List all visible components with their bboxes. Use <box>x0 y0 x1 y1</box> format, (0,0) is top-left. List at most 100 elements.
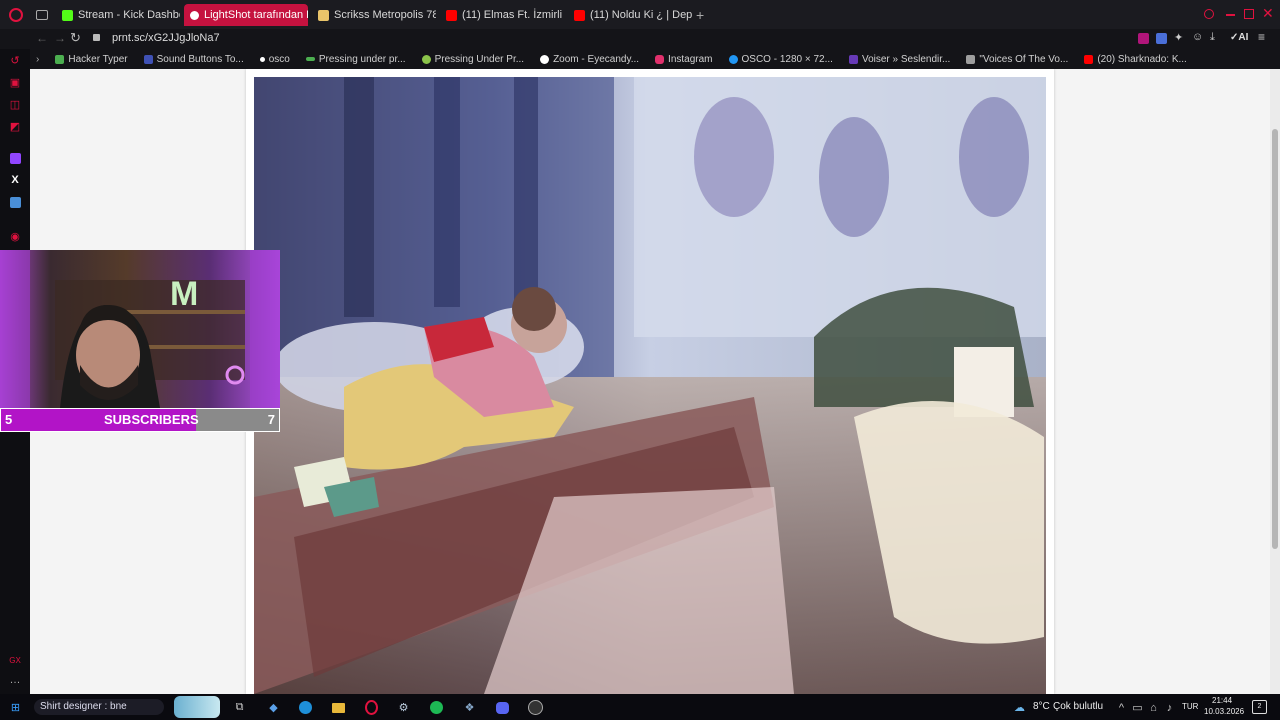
forward-icon[interactable]: → <box>54 31 66 45</box>
taskbar-search-text: Shirt designer : bne <box>40 701 127 712</box>
scrollbar-thumb[interactable] <box>1272 129 1278 549</box>
reload-icon[interactable]: ↻ <box>70 30 81 46</box>
bookmark-label: Hacker Typer <box>68 53 128 65</box>
bookmark-item[interactable]: osco <box>259 53 290 65</box>
network-icon[interactable]: ⌂ <box>1146 700 1161 715</box>
bookmark-item[interactable]: OSCO - 1280 × 72... <box>728 53 833 65</box>
tab-label: (11) Noldu Ki ¿ | Depresyon <box>590 9 692 21</box>
widget-image-icon[interactable] <box>174 696 220 718</box>
opera-logo-icon[interactable] <box>9 8 23 22</box>
sound-buttons-icon <box>143 54 153 64</box>
ai-label: AI <box>1238 32 1249 43</box>
bookmark-label: Pressing under pr... <box>318 53 406 65</box>
tab-workspaces-icon[interactable] <box>36 10 48 20</box>
voiser-icon <box>848 54 858 64</box>
subscriber-goal-label: SUBSCRIBERS <box>104 412 199 427</box>
lock-icon <box>93 34 100 41</box>
bookmark-item[interactable]: Zoom - Eyecandy... <box>540 54 639 65</box>
bookmark-label: (20) Sharknado: K... <box>1097 53 1187 65</box>
extension-icon-2[interactable] <box>1156 33 1167 44</box>
bookmark-item[interactable]: Pressing under pr... <box>305 53 406 65</box>
monster-logo: M <box>170 275 198 313</box>
start-icon[interactable]: ⊞ <box>8 700 23 715</box>
spotify-icon[interactable] <box>429 700 444 715</box>
bookmark-arrow-icon[interactable]: › <box>36 54 39 65</box>
bookmark-item[interactable]: Sound Buttons To... <box>143 54 244 65</box>
discord-icon[interactable] <box>495 700 510 715</box>
bookmark-label: "Voices Of The Vo... <box>979 53 1069 65</box>
dot-icon <box>259 56 265 62</box>
search-tabs-icon[interactable] <box>1204 9 1214 19</box>
more-icon[interactable]: … <box>8 673 22 687</box>
bookmark-item[interactable]: Pressing Under Pr... <box>421 53 525 65</box>
maximize-icon[interactable] <box>1244 9 1254 19</box>
opera-gx-icon[interactable] <box>364 700 379 715</box>
bookmark-label: Voiser » Seslendir... <box>861 53 951 65</box>
download-icon[interactable]: ⤓ <box>1210 31 1215 44</box>
feather-icon <box>190 10 199 20</box>
extension-icon-1[interactable] <box>1138 33 1149 44</box>
extensions-icon[interactable]: ✦ <box>1174 31 1183 44</box>
tray-app-icon[interactable]: ▭ <box>1130 700 1145 715</box>
history-icon[interactable]: ↺ <box>8 53 22 67</box>
new-tab-button[interactable]: + <box>696 7 704 23</box>
x-twitter-icon[interactable]: X <box>8 173 22 187</box>
tab-noldu-ki[interactable]: (11) Noldu Ki ¿ | Depresyon <box>568 4 692 26</box>
tab-lightshot[interactable]: LightShot tarafından Ekran <box>184 4 308 26</box>
youtube-icon <box>574 9 585 21</box>
weather-icon[interactable]: ☁ <box>1012 700 1027 715</box>
messenger-icon[interactable]: ◫ <box>8 97 22 111</box>
aria-ai-button[interactable]: ✓AI <box>1230 32 1248 43</box>
zoom-icon <box>540 54 550 64</box>
gx-icon[interactable]: GX <box>8 653 22 667</box>
webcam-drawing: M <box>0 250 280 408</box>
address-input[interactable]: prnt.sc/xG2JJgJloNa7 <box>112 32 220 44</box>
task-view-icon[interactable]: ⧉ <box>232 700 247 715</box>
clock-date[interactable]: 10.03.2026 <box>1204 707 1244 716</box>
profile-icon[interactable]: ☺ <box>1192 31 1203 43</box>
back-icon[interactable]: ← <box>36 31 48 45</box>
subscriber-goal-track <box>195 409 279 431</box>
twitch-icon[interactable] <box>8 151 22 165</box>
close-icon[interactable]: ✕ <box>1262 5 1274 22</box>
tab-bar: Stream - Kick Dashboard LightShot tarafı… <box>0 0 1280 29</box>
tab-label: LightShot tarafından Ekran <box>204 9 308 21</box>
tab-elmas[interactable]: (11) Elmas Ft. İzmirli Deniz <box>440 4 564 26</box>
steam-icon[interactable]: ⚙ <box>396 700 411 715</box>
bookmark-label: Zoom - Eyecandy... <box>553 53 640 65</box>
taskbar-search-box[interactable]: Shirt designer : bne <box>34 699 164 715</box>
windows-taskbar: ⊞ Shirt designer : bne ⧉ ◆ ⚙ ❖ ☁ 8°C Çok… <box>0 694 1280 720</box>
subscriber-goal-target: 7 <box>267 412 275 427</box>
menu-icon[interactable]: ≡ <box>1258 30 1265 44</box>
bookmark-item[interactable]: (20) Sharknado: K... <box>1084 54 1187 65</box>
screenshot-image <box>254 77 1046 694</box>
address-bar: ← → ↻ prnt.sc/xG2JJgJloNa7 ✦ ☺ ⤓ ✓AI ≡ <box>0 29 1280 49</box>
bookmark-label: osco <box>268 53 290 65</box>
tab-label: Scrikss Metropolis 78MB <box>334 9 436 21</box>
music-icon[interactable]: ◩ <box>8 119 22 133</box>
clock-time[interactable]: 21:44 <box>1212 696 1232 705</box>
bookmark-item[interactable]: Voiser » Seslendir... <box>848 53 951 65</box>
bookmark-label: Pressing Under Pr... <box>434 53 525 65</box>
chevron-up-icon[interactable]: ^ <box>1114 700 1129 715</box>
bookmark-item[interactable]: Hacker Typer <box>55 53 128 65</box>
bookmark-item[interactable]: Instagram <box>655 54 713 65</box>
minimize-icon[interactable] <box>1226 14 1235 16</box>
volume-icon[interactable]: ♪ <box>1162 700 1177 715</box>
player-icon[interactable]: ◉ <box>8 229 22 243</box>
tab-kick-dashboard[interactable]: Stream - Kick Dashboard <box>56 4 180 26</box>
app-icon-cube[interactable]: ❖ <box>462 700 477 715</box>
page-scrollbar[interactable] <box>1270 69 1280 694</box>
bag-icon[interactable]: ▣ <box>8 75 22 89</box>
tab-scrikss[interactable]: Scrikss Metropolis 78MB <box>312 4 436 26</box>
translate-icon[interactable] <box>8 195 22 209</box>
language-indicator[interactable]: TUR <box>1182 702 1198 711</box>
file-explorer-icon[interactable] <box>331 700 346 715</box>
notification-count: 2 <box>1257 703 1262 710</box>
bookmark-label: OSCO - 1280 × 72... <box>741 53 833 65</box>
bookmark-item[interactable]: "Voices Of The Vo... <box>966 54 1068 65</box>
notification-icon[interactable]: 2 <box>1252 700 1267 714</box>
obs-icon[interactable] <box>528 700 543 715</box>
edge-icon[interactable] <box>298 700 313 715</box>
app-icon-blue[interactable]: ◆ <box>266 700 281 715</box>
